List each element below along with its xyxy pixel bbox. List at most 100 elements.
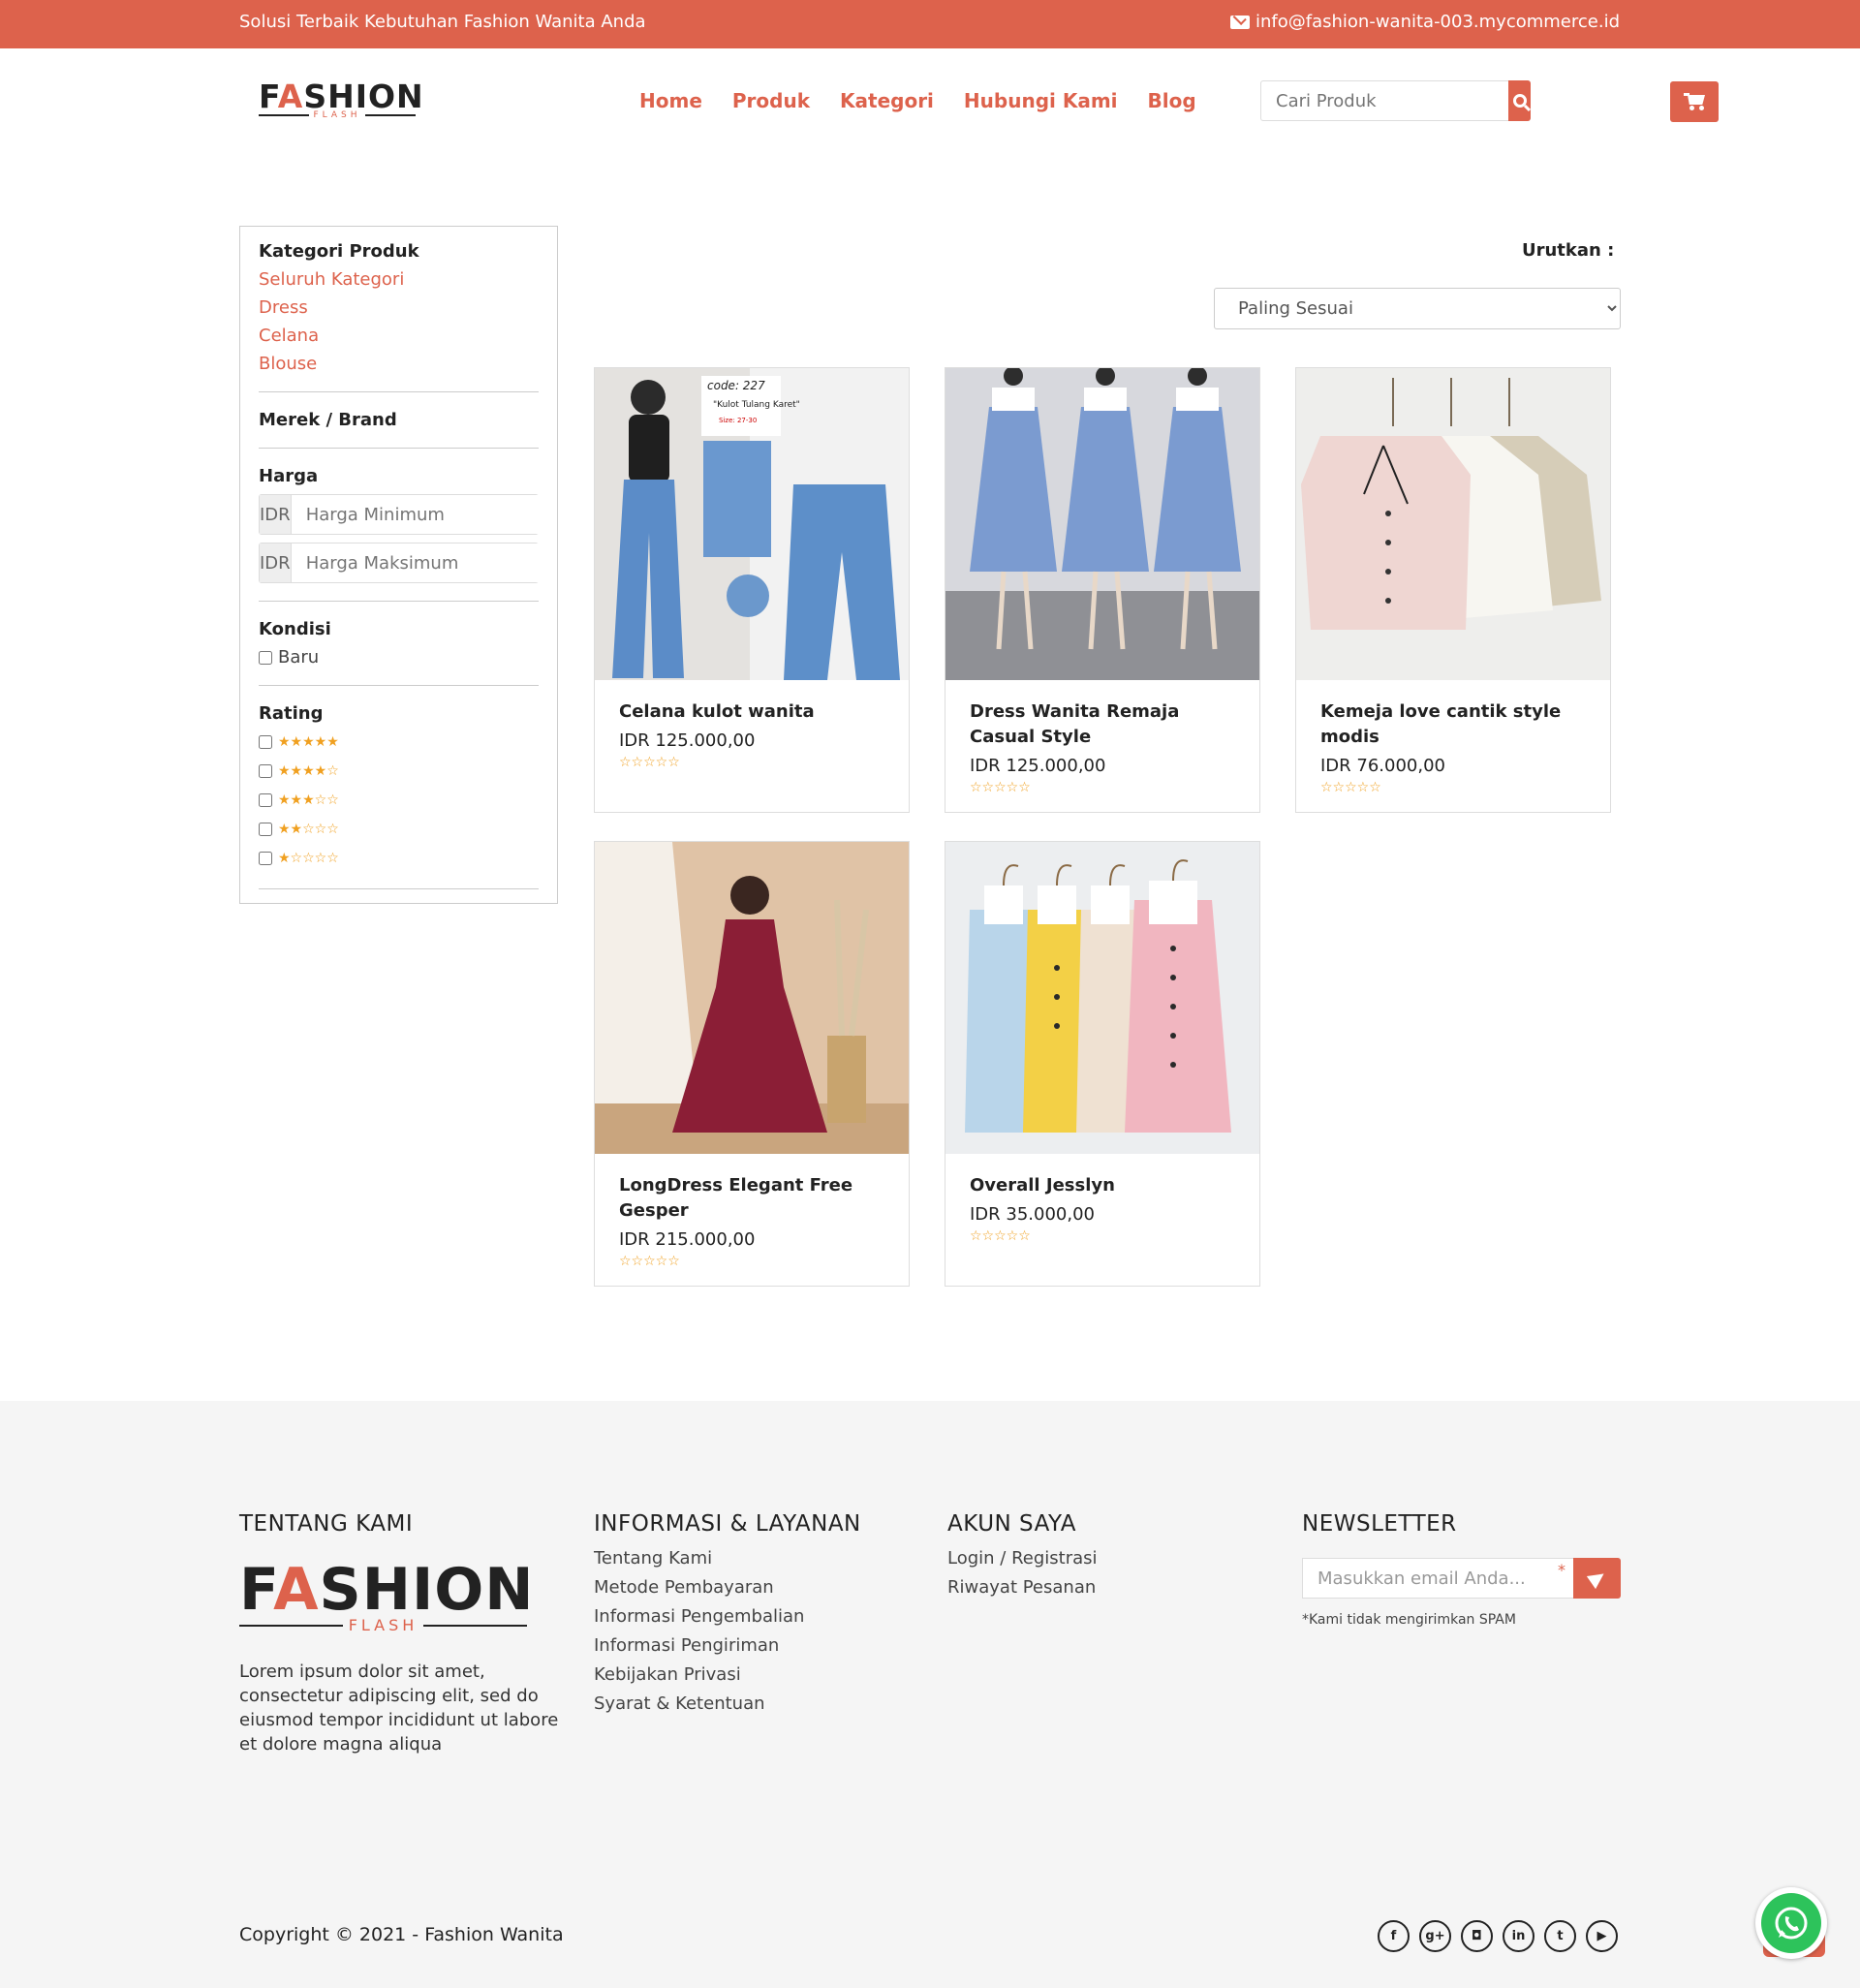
linkedin-icon[interactable]: in [1503,1920,1534,1952]
brand-title[interactable]: Merek / Brand [259,410,539,430]
product-card[interactable]: Overall Jesslyn IDR 35.000,00 ☆☆☆☆☆ [945,841,1260,1287]
nav-kategori[interactable]: Kategori [840,89,934,112]
filter-sidebar: Kategori Produk Seluruh Kategori Dress C… [239,226,558,904]
footer-logo: FASHION FLASH [239,1556,535,1634]
product-price: IDR 125.000,00 [970,756,1106,776]
product-name[interactable]: Celana kulot wanita [619,699,884,725]
contact-email-text[interactable]: info@fashion-wanita-003.mycommerce.id [1256,12,1620,32]
product-card[interactable]: Dress Wanita Remaja Casual Style IDR 125… [945,367,1260,813]
tagline: Solusi Terbaik Kebutuhan Fashion Wanita … [239,12,646,32]
product-image[interactable]: code: 227 "Kulot Tulang Karet" Size: 27-… [595,368,909,680]
rating-checkbox[interactable] [259,764,272,778]
product-rating: ☆☆☆☆☆ [1320,780,1381,795]
product-name[interactable]: Kemeja love cantik style modis [1320,699,1586,750]
nav-home[interactable]: Home [639,89,702,112]
nav-produk[interactable]: Produk [732,89,810,112]
category-link-celana[interactable]: Celana [259,326,539,346]
product-image[interactable] [946,368,1259,680]
price-max-group: IDR [259,543,539,583]
search-icon [1512,94,1527,108]
rating-option-1[interactable]: ★☆☆☆☆ [259,844,539,873]
youtube-icon[interactable]: ▶ [1586,1920,1618,1952]
price-min-group: IDR [259,494,539,535]
rating-option-4[interactable]: ★★★★☆ [259,757,539,786]
contact-email[interactable]: info@fashion-wanita-003.mycommerce.id [1229,12,1620,32]
product-name[interactable]: Dress Wanita Remaja Casual Style [970,699,1235,750]
required-marker: * [1558,1561,1566,1579]
footer-info: INFORMASI & LAYANAN Tentang Kami Metode … [594,1511,861,1714]
site-footer: TENTANG KAMI FASHION FLASH Lorem ipsum d… [0,1401,1860,1988]
footer-link-kebijakan-privasi[interactable]: Kebijakan Privasi [594,1664,861,1685]
site-logo[interactable]: FASHION FLASH [259,78,423,120]
price-title: Harga [259,466,319,486]
cart-button[interactable] [1670,81,1719,122]
search-input[interactable] [1260,80,1508,121]
condition-checkbox[interactable] [259,650,272,665]
google-plus-icon[interactable]: g+ [1419,1920,1451,1952]
footer-link-metode-pembayaran[interactable]: Metode Pembayaran [594,1577,861,1598]
footer-link-riwayat-pesanan[interactable]: Riwayat Pesanan [947,1577,1098,1598]
instagram-icon[interactable]: ◘ [1461,1920,1493,1952]
rating-checkbox[interactable] [259,793,272,807]
footer-about-text: Lorem ipsum dolor sit amet, consectetur … [239,1662,559,1755]
condition-title: Kondisi [259,619,331,639]
whatsapp-button[interactable] [1755,1887,1856,1960]
social-links: f g+ ◘ in t ▶ [1378,1920,1618,1952]
footer-newsletter: NEWSLETTER Masukkan email Anda... * *Kam… [1302,1511,1621,1628]
main-nav: Home Produk Kategori Hubungi Kami Blog [639,89,1196,112]
envelope-icon [1229,15,1250,29]
paper-plane-icon [1586,1567,1608,1590]
category-title: Kategori Produk [259,241,419,262]
footer-link-syarat-ketentuan[interactable]: Syarat & Ketentuan [594,1693,861,1714]
image-code-text: code: 227 [707,379,765,392]
rating-option-2[interactable]: ★★☆☆☆ [259,815,539,844]
category-link-all[interactable]: Seluruh Kategori [259,269,539,290]
nav-hubungi-kami[interactable]: Hubungi Kami [964,89,1118,112]
footer-about: TENTANG KAMI FASHION FLASH Lorem ipsum d… [239,1511,559,1756]
product-name[interactable]: LongDress Elegant Free Gesper [619,1173,884,1224]
product-image[interactable] [946,842,1259,1154]
price-max-input[interactable] [291,544,539,582]
newsletter-email-input[interactable]: Masukkan email Anda... * [1302,1558,1573,1599]
product-card[interactable]: Kemeja love cantik style modis IDR 76.00… [1295,367,1611,813]
footer-link-tentang-kami[interactable]: Tentang Kami [594,1548,861,1569]
newsletter-send-button[interactable] [1573,1558,1621,1599]
rating-checkbox[interactable] [259,735,272,749]
divider [259,391,539,392]
rating-option-3[interactable]: ★★★☆☆ [259,786,539,815]
whatsapp-icon[interactable] [1755,1887,1827,1959]
twitter-icon[interactable]: t [1544,1920,1576,1952]
sort-select[interactable]: Paling Sesuai [1214,288,1621,329]
top-bar: Solusi Terbaik Kebutuhan Fashion Wanita … [0,0,1860,48]
rating-stars: ★★★★☆ [278,763,339,779]
price-min-input[interactable] [291,495,539,534]
rating-checkbox[interactable] [259,823,272,836]
newsletter-form: Masukkan email Anda... * [1302,1558,1621,1599]
product-image[interactable] [595,842,909,1154]
footer-link-informasi-pengiriman[interactable]: Informasi Pengiriman [594,1635,861,1656]
category-link-blouse[interactable]: Blouse [259,354,539,374]
rating-title: Rating [259,703,324,724]
sort-label: Urutkan : [1522,240,1615,261]
logo-wordmark: FASHION [239,1556,535,1624]
rating-stars: ★★★★★ [278,734,339,750]
product-card[interactable]: code: 227 "Kulot Tulang Karet" Size: 27-… [594,367,910,813]
footer-link-login[interactable]: Login / Registrasi [947,1548,1098,1569]
product-name[interactable]: Overall Jesslyn [970,1173,1235,1198]
search-bar [1260,80,1531,121]
facebook-icon[interactable]: f [1378,1920,1410,1952]
condition-option-baru[interactable]: Baru [259,647,539,668]
footer-link-informasi-pengembalian[interactable]: Informasi Pengembalian [594,1606,861,1627]
image-caption-text: "Kulot Tulang Karet" [713,400,800,410]
product-image[interactable] [1296,368,1610,680]
nav-blog[interactable]: Blog [1148,89,1196,112]
product-price: IDR 125.000,00 [619,730,756,751]
category-link-dress[interactable]: Dress [259,297,539,318]
rating-option-5[interactable]: ★★★★★ [259,728,539,757]
condition-label: Baru [278,647,320,668]
product-card[interactable]: LongDress Elegant Free Gesper IDR 215.00… [594,841,910,1287]
search-button[interactable] [1508,80,1531,121]
rating-checkbox[interactable] [259,852,272,865]
footer-account: AKUN SAYA Login / Registrasi Riwayat Pes… [947,1511,1098,1598]
divider [259,448,539,449]
